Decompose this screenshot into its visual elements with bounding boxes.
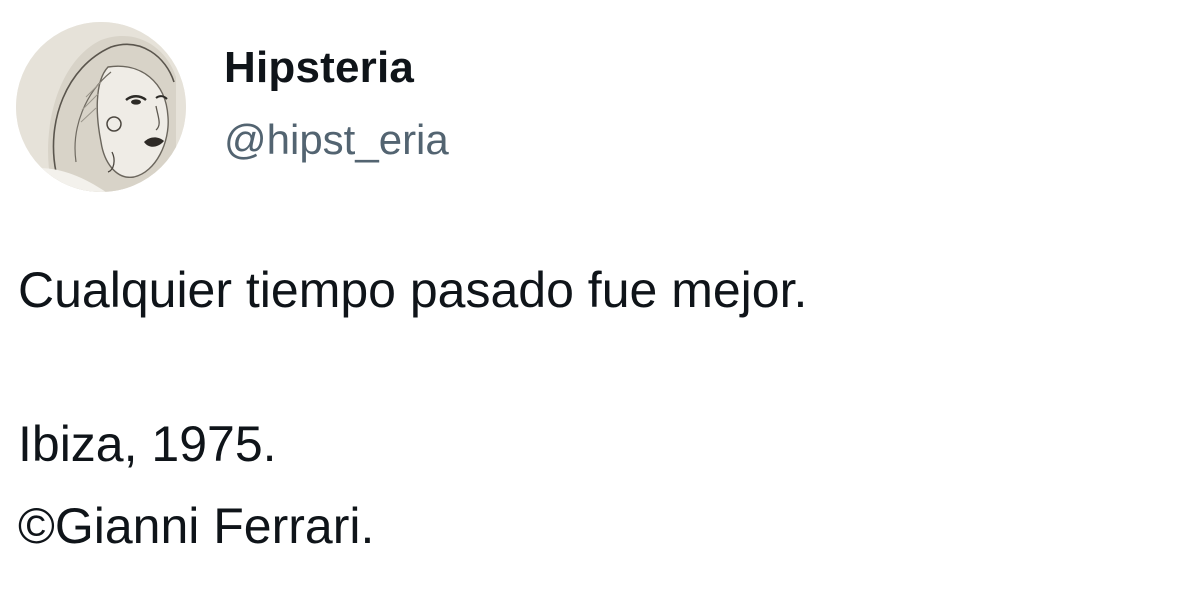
tweet-card: Hipsteria @hipst_eria Cualquier tiempo p… — [0, 0, 1200, 598]
author-names: Hipsteria @hipst_eria — [224, 42, 449, 166]
user-handle[interactable]: @hipst_eria — [224, 114, 449, 166]
tweet-text-line-1: Cualquier tiempo pasado fue mejor. — [18, 262, 808, 318]
sketch-portrait-icon — [16, 22, 186, 192]
tweet-text: Cualquier tiempo pasado fue mejor. Ibiza… — [18, 258, 807, 558]
paragraph-break — [18, 322, 807, 412]
tweet-text-line-2: Ibiza, 1975. — [18, 416, 277, 472]
tweet-header: Hipsteria @hipst_eria — [16, 22, 449, 192]
display-name[interactable]: Hipsteria — [224, 42, 449, 94]
tweet-text-line-3: ©Gianni Ferrari. — [18, 498, 375, 554]
avatar[interactable] — [16, 22, 186, 192]
